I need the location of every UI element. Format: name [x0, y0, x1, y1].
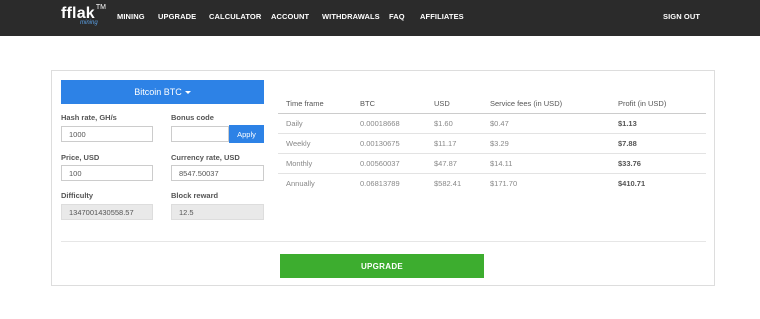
- cell-time-frame: Monthly: [278, 153, 352, 174]
- cell-time-frame: Annually: [286, 179, 315, 188]
- hash-rate-label: Hash rate, GH/s: [61, 113, 117, 122]
- cell-usd: $47.87: [426, 153, 482, 174]
- cell-usd: $11.17: [426, 133, 482, 154]
- cell-btc: 0.00018668: [352, 113, 426, 134]
- price-label: Price, USD: [61, 153, 100, 162]
- nav-withdrawals[interactable]: WITHDRAWALS: [322, 12, 380, 21]
- table-row: Weekly 0.00130675 $11.17 $3.29 $7.88: [278, 133, 706, 154]
- calculator-card: Bitcoin BTC Hash rate, GH/s Bonus code A…: [51, 70, 715, 286]
- price-input[interactable]: [61, 165, 153, 181]
- bonus-code-input[interactable]: [171, 126, 229, 142]
- column-header-service-fees: Service fees (in USD): [482, 93, 610, 114]
- nav-account[interactable]: ACCOUNT: [271, 12, 309, 21]
- cell-btc: 0.00130675: [352, 133, 426, 154]
- column-header-profit: Profit (in USD): [610, 93, 706, 114]
- table-row: Daily 0.00018668 $1.60 $0.47 $1.13: [278, 113, 706, 134]
- nav-affiliates[interactable]: AFFILIATES: [420, 12, 464, 21]
- nav-mining[interactable]: MINING: [117, 12, 145, 21]
- caret-down-icon: [184, 91, 191, 94]
- column-header-usd: USD: [426, 93, 482, 114]
- cell-profit: $1.13: [610, 113, 706, 134]
- cell-time-frame: Weekly: [278, 133, 352, 154]
- cell-btc: 0.06813789: [360, 179, 400, 188]
- nav-sign-out[interactable]: SIGN OUT: [663, 12, 700, 21]
- upgrade-button[interactable]: UPGRADE: [280, 254, 484, 278]
- top-nav-bar: fflakTM mining MINING UPGRADE CALCULATOR…: [0, 0, 760, 36]
- divider: [61, 241, 706, 242]
- coin-dropdown-button[interactable]: Bitcoin BTC: [61, 80, 264, 104]
- cell-profit: $33.76: [610, 153, 706, 174]
- block-reward-label: Block reward: [171, 191, 219, 200]
- nav-faq[interactable]: FAQ: [389, 12, 405, 21]
- currency-rate-input[interactable]: [171, 165, 264, 181]
- cell-profit: $410.71: [618, 179, 646, 188]
- difficulty-field: [61, 204, 153, 220]
- table-header-row: Time frame BTC USD Service fees (in USD)…: [278, 93, 706, 114]
- bonus-code-label: Bonus code: [171, 113, 214, 122]
- cell-time-frame: Daily: [278, 113, 352, 134]
- results-table: Time frame BTC USD Service fees (in USD)…: [278, 93, 706, 193]
- currency-rate-label: Currency rate, USD: [171, 153, 240, 162]
- coin-dropdown-label: Bitcoin BTC: [134, 87, 182, 97]
- table-row: Annually 0.06813789 $582.41 $171.70 $410…: [278, 174, 706, 194]
- column-header-time-frame: Time frame: [278, 93, 352, 114]
- cell-service-fees: $14.11: [482, 153, 610, 174]
- difficulty-label: Difficulty: [61, 191, 94, 200]
- logo-trademark: TM: [95, 4, 107, 11]
- cell-usd: $582.41: [434, 179, 462, 188]
- cell-service-fees: $3.29: [482, 133, 610, 154]
- cell-service-fees: $171.70: [490, 179, 518, 188]
- block-reward-field: [171, 204, 264, 220]
- logo-subtitle: mining: [80, 20, 98, 26]
- hash-rate-input[interactable]: [61, 126, 153, 142]
- table-row: Monthly 0.00560037 $47.87 $14.11 $33.76: [278, 153, 706, 174]
- cell-btc: 0.00560037: [352, 153, 426, 174]
- logo[interactable]: fflakTM mining: [61, 4, 107, 29]
- cell-usd: $1.60: [426, 113, 482, 134]
- cell-service-fees: $0.47: [482, 113, 610, 134]
- nav-calculator[interactable]: CALCULATOR: [209, 12, 261, 21]
- nav-upgrade[interactable]: UPGRADE: [158, 12, 196, 21]
- cell-profit: $7.88: [610, 133, 706, 154]
- column-header-btc: BTC: [352, 93, 426, 114]
- apply-button[interactable]: Apply: [229, 125, 264, 143]
